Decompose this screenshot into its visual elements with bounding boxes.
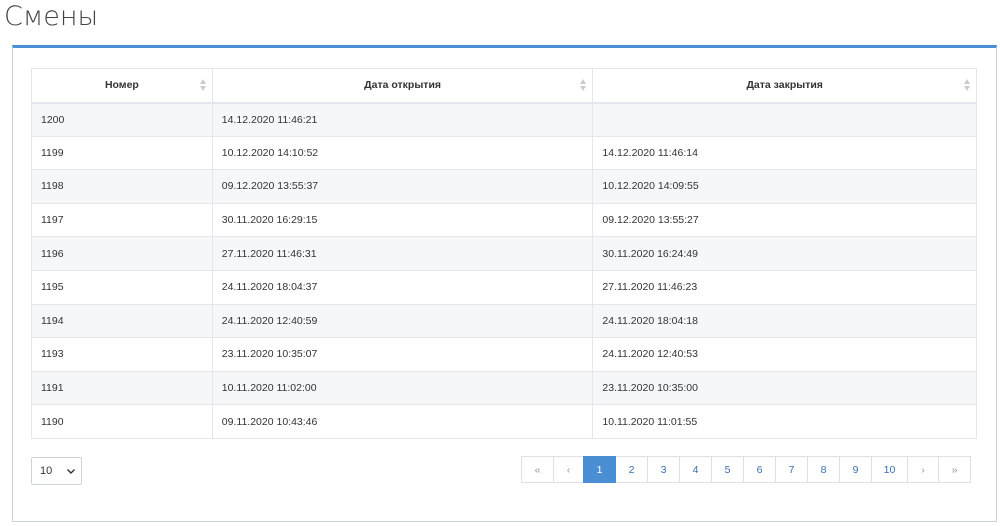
table-header-row: Номер Дата открытия Дата закрытия <box>31 68 977 104</box>
table-row[interactable]: 1198 09.12.2020 13:55:37 10.12.2020 14:0… <box>31 169 977 204</box>
cell-number: 1199 <box>31 135 213 171</box>
pagination-first-button[interactable]: « <box>521 456 554 483</box>
cell-close-date: 09.12.2020 13:55:27 <box>592 202 977 238</box>
table-row[interactable]: 1199 10.12.2020 14:10:52 14.12.2020 11:4… <box>31 135 977 171</box>
column-header-label: Дата открытия <box>364 79 442 92</box>
pagination-page-7[interactable]: 7 <box>775 456 808 483</box>
cell-open-date: 14.12.2020 11:46:21 <box>211 102 594 137</box>
cell-number: 1194 <box>31 303 213 339</box>
cell-close-date: 23.11.2020 10:35:00 <box>592 370 977 406</box>
page-size-select[interactable]: 10 <box>31 457 82 485</box>
cell-number: 1200 <box>31 102 213 137</box>
shifts-panel: Номер Дата открытия Дата закрытия 1200 1… <box>12 45 997 522</box>
pagination-page-8[interactable]: 8 <box>807 456 840 483</box>
pagination-prev-button[interactable]: ‹ <box>553 456 584 483</box>
cell-open-date: 10.12.2020 14:10:52 <box>211 135 594 171</box>
cell-number: 1193 <box>31 337 213 372</box>
pagination: « ‹ 1 2 3 4 5 6 7 8 9 10 › » <box>521 456 971 483</box>
cell-number: 1197 <box>31 202 213 238</box>
cell-number: 1195 <box>31 269 213 305</box>
column-header-label: Номер <box>104 79 139 92</box>
pagination-page-6[interactable]: 6 <box>743 456 776 483</box>
pagination-next-button[interactable]: › <box>907 456 939 483</box>
cell-close-date: 24.11.2020 12:40:53 <box>592 337 977 372</box>
pagination-page-9[interactable]: 9 <box>839 456 872 483</box>
sort-both-icon[interactable] <box>963 78 971 92</box>
page-size-value: 10 <box>40 465 53 477</box>
table-row[interactable]: 1191 10.11.2020 11:02:00 23.11.2020 10:3… <box>31 370 977 406</box>
table-row[interactable]: 1197 30.11.2020 16:29:15 09.12.2020 13:5… <box>31 202 977 238</box>
table-row[interactable]: 1193 23.11.2020 10:35:07 24.11.2020 12:4… <box>31 337 977 372</box>
pagination-last-button[interactable]: » <box>938 456 971 483</box>
cell-number: 1191 <box>31 370 213 406</box>
page-title: Смены <box>4 1 99 32</box>
cell-close-date: 30.11.2020 16:24:49 <box>592 236 977 271</box>
column-header-number[interactable]: Номер <box>31 68 213 104</box>
chevron-down-icon <box>67 469 75 474</box>
table-row[interactable]: 1190 09.11.2020 10:43:46 10.11.2020 11:0… <box>31 404 977 439</box>
cell-number: 1198 <box>31 169 213 204</box>
column-header-label: Дата закрытия <box>746 79 823 92</box>
pagination-page-10[interactable]: 10 <box>871 456 908 483</box>
cell-number: 1196 <box>31 236 213 271</box>
pagination-page-4[interactable]: 4 <box>679 456 712 483</box>
column-header-close-date[interactable]: Дата закрытия <box>592 68 977 104</box>
cell-close-date: 14.12.2020 11:46:14 <box>592 135 977 171</box>
sort-both-icon[interactable] <box>579 78 587 92</box>
cell-close-date: 24.11.2020 18:04:18 <box>592 303 977 339</box>
cell-open-date: 10.11.2020 11:02:00 <box>211 370 594 406</box>
pagination-page-2[interactable]: 2 <box>615 456 648 483</box>
table-row[interactable]: 1194 24.11.2020 12:40:59 24.11.2020 18:0… <box>31 303 977 339</box>
table-row[interactable]: 1200 14.12.2020 11:46:21 <box>31 102 977 137</box>
cell-close-date: 10.11.2020 11:01:55 <box>592 404 977 439</box>
pagination-page-3[interactable]: 3 <box>647 456 680 483</box>
pagination-page-1[interactable]: 1 <box>583 456 616 483</box>
cell-close-date <box>592 102 977 137</box>
sort-both-icon[interactable] <box>199 78 207 92</box>
cell-number: 1190 <box>31 404 213 439</box>
cell-open-date: 09.11.2020 10:43:46 <box>211 404 594 439</box>
table-row[interactable]: 1196 27.11.2020 11:46:31 30.11.2020 16:2… <box>31 236 977 271</box>
cell-open-date: 24.11.2020 12:40:59 <box>211 303 594 339</box>
cell-open-date: 27.11.2020 11:46:31 <box>211 236 594 271</box>
cell-close-date: 10.12.2020 14:09:55 <box>592 169 977 204</box>
cell-open-date: 23.11.2020 10:35:07 <box>211 337 594 372</box>
cell-open-date: 24.11.2020 18:04:37 <box>211 269 594 305</box>
cell-open-date: 09.12.2020 13:55:37 <box>211 169 594 204</box>
shifts-table: Номер Дата открытия Дата закрытия 1200 1… <box>31 68 977 439</box>
cell-open-date: 30.11.2020 16:29:15 <box>211 202 594 238</box>
pagination-page-5[interactable]: 5 <box>711 456 744 483</box>
column-header-open-date[interactable]: Дата открытия <box>211 68 594 104</box>
cell-close-date: 27.11.2020 11:46:23 <box>592 269 977 305</box>
table-row[interactable]: 1195 24.11.2020 18:04:37 27.11.2020 11:4… <box>31 269 977 305</box>
